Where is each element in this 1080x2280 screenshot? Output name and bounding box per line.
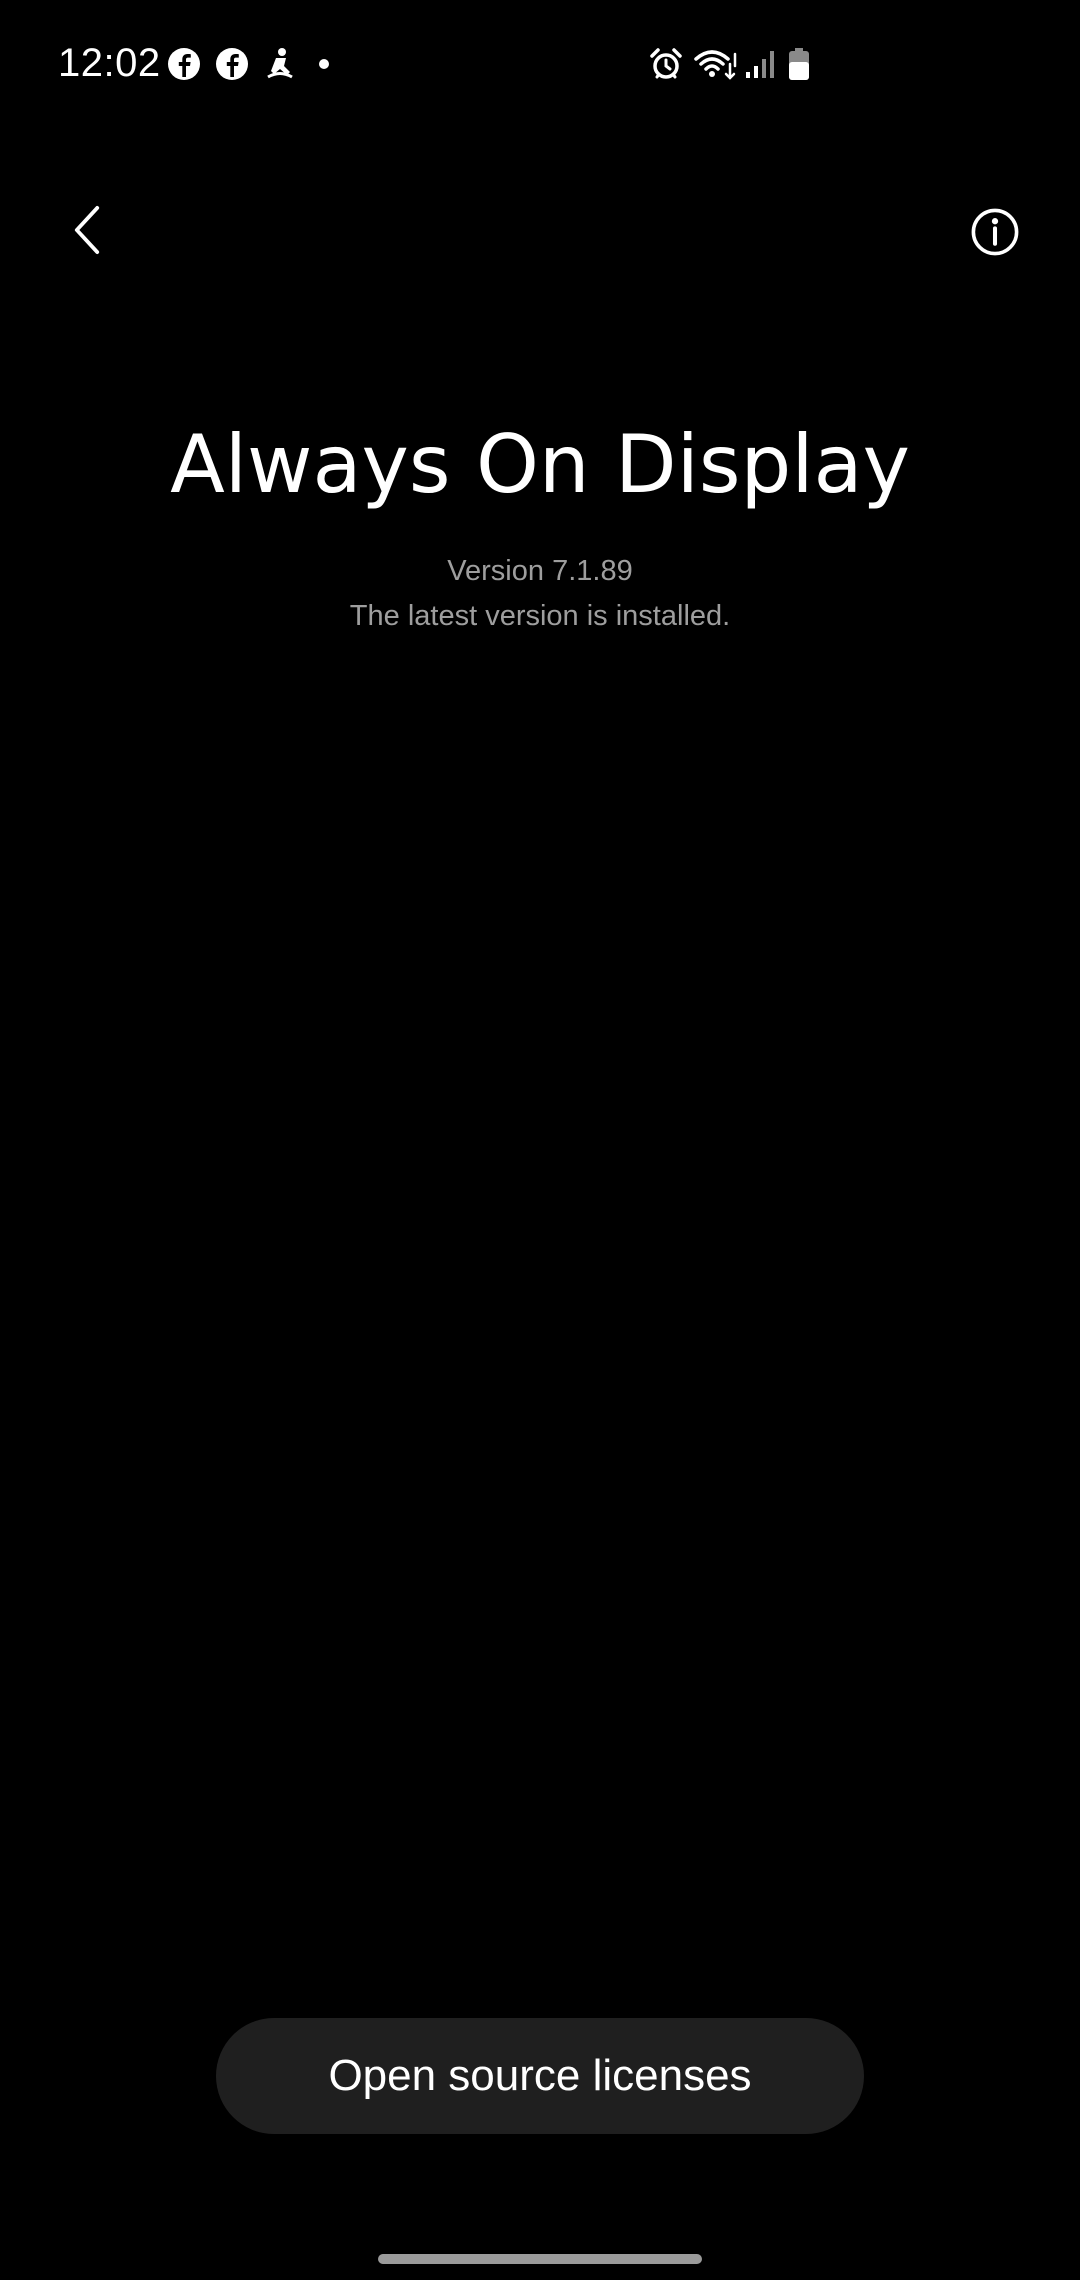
accessibility-icon <box>262 46 298 82</box>
app-title: Always On Display <box>170 418 910 511</box>
back-button[interactable] <box>52 195 122 265</box>
open-source-licenses-button[interactable]: Open source licenses <box>216 2018 864 2134</box>
home-indicator[interactable] <box>378 2254 702 2264</box>
info-button[interactable] <box>960 197 1030 267</box>
chevron-left-icon <box>74 205 100 255</box>
wifi-icon <box>694 46 738 82</box>
dot-icon <box>316 56 332 72</box>
battery-icon <box>786 46 812 82</box>
facebook-icon <box>214 46 250 82</box>
version-text: Version 7.1.89 <box>447 555 633 587</box>
info-icon <box>971 208 1019 256</box>
status-time: 12:02 <box>58 41 161 85</box>
update-status-text: The latest version is installed. <box>349 600 731 632</box>
alarm-icon <box>648 46 684 82</box>
facebook-icon <box>166 46 202 82</box>
signal-icon <box>744 46 778 82</box>
status-bar: 12:02 <box>0 0 1080 130</box>
